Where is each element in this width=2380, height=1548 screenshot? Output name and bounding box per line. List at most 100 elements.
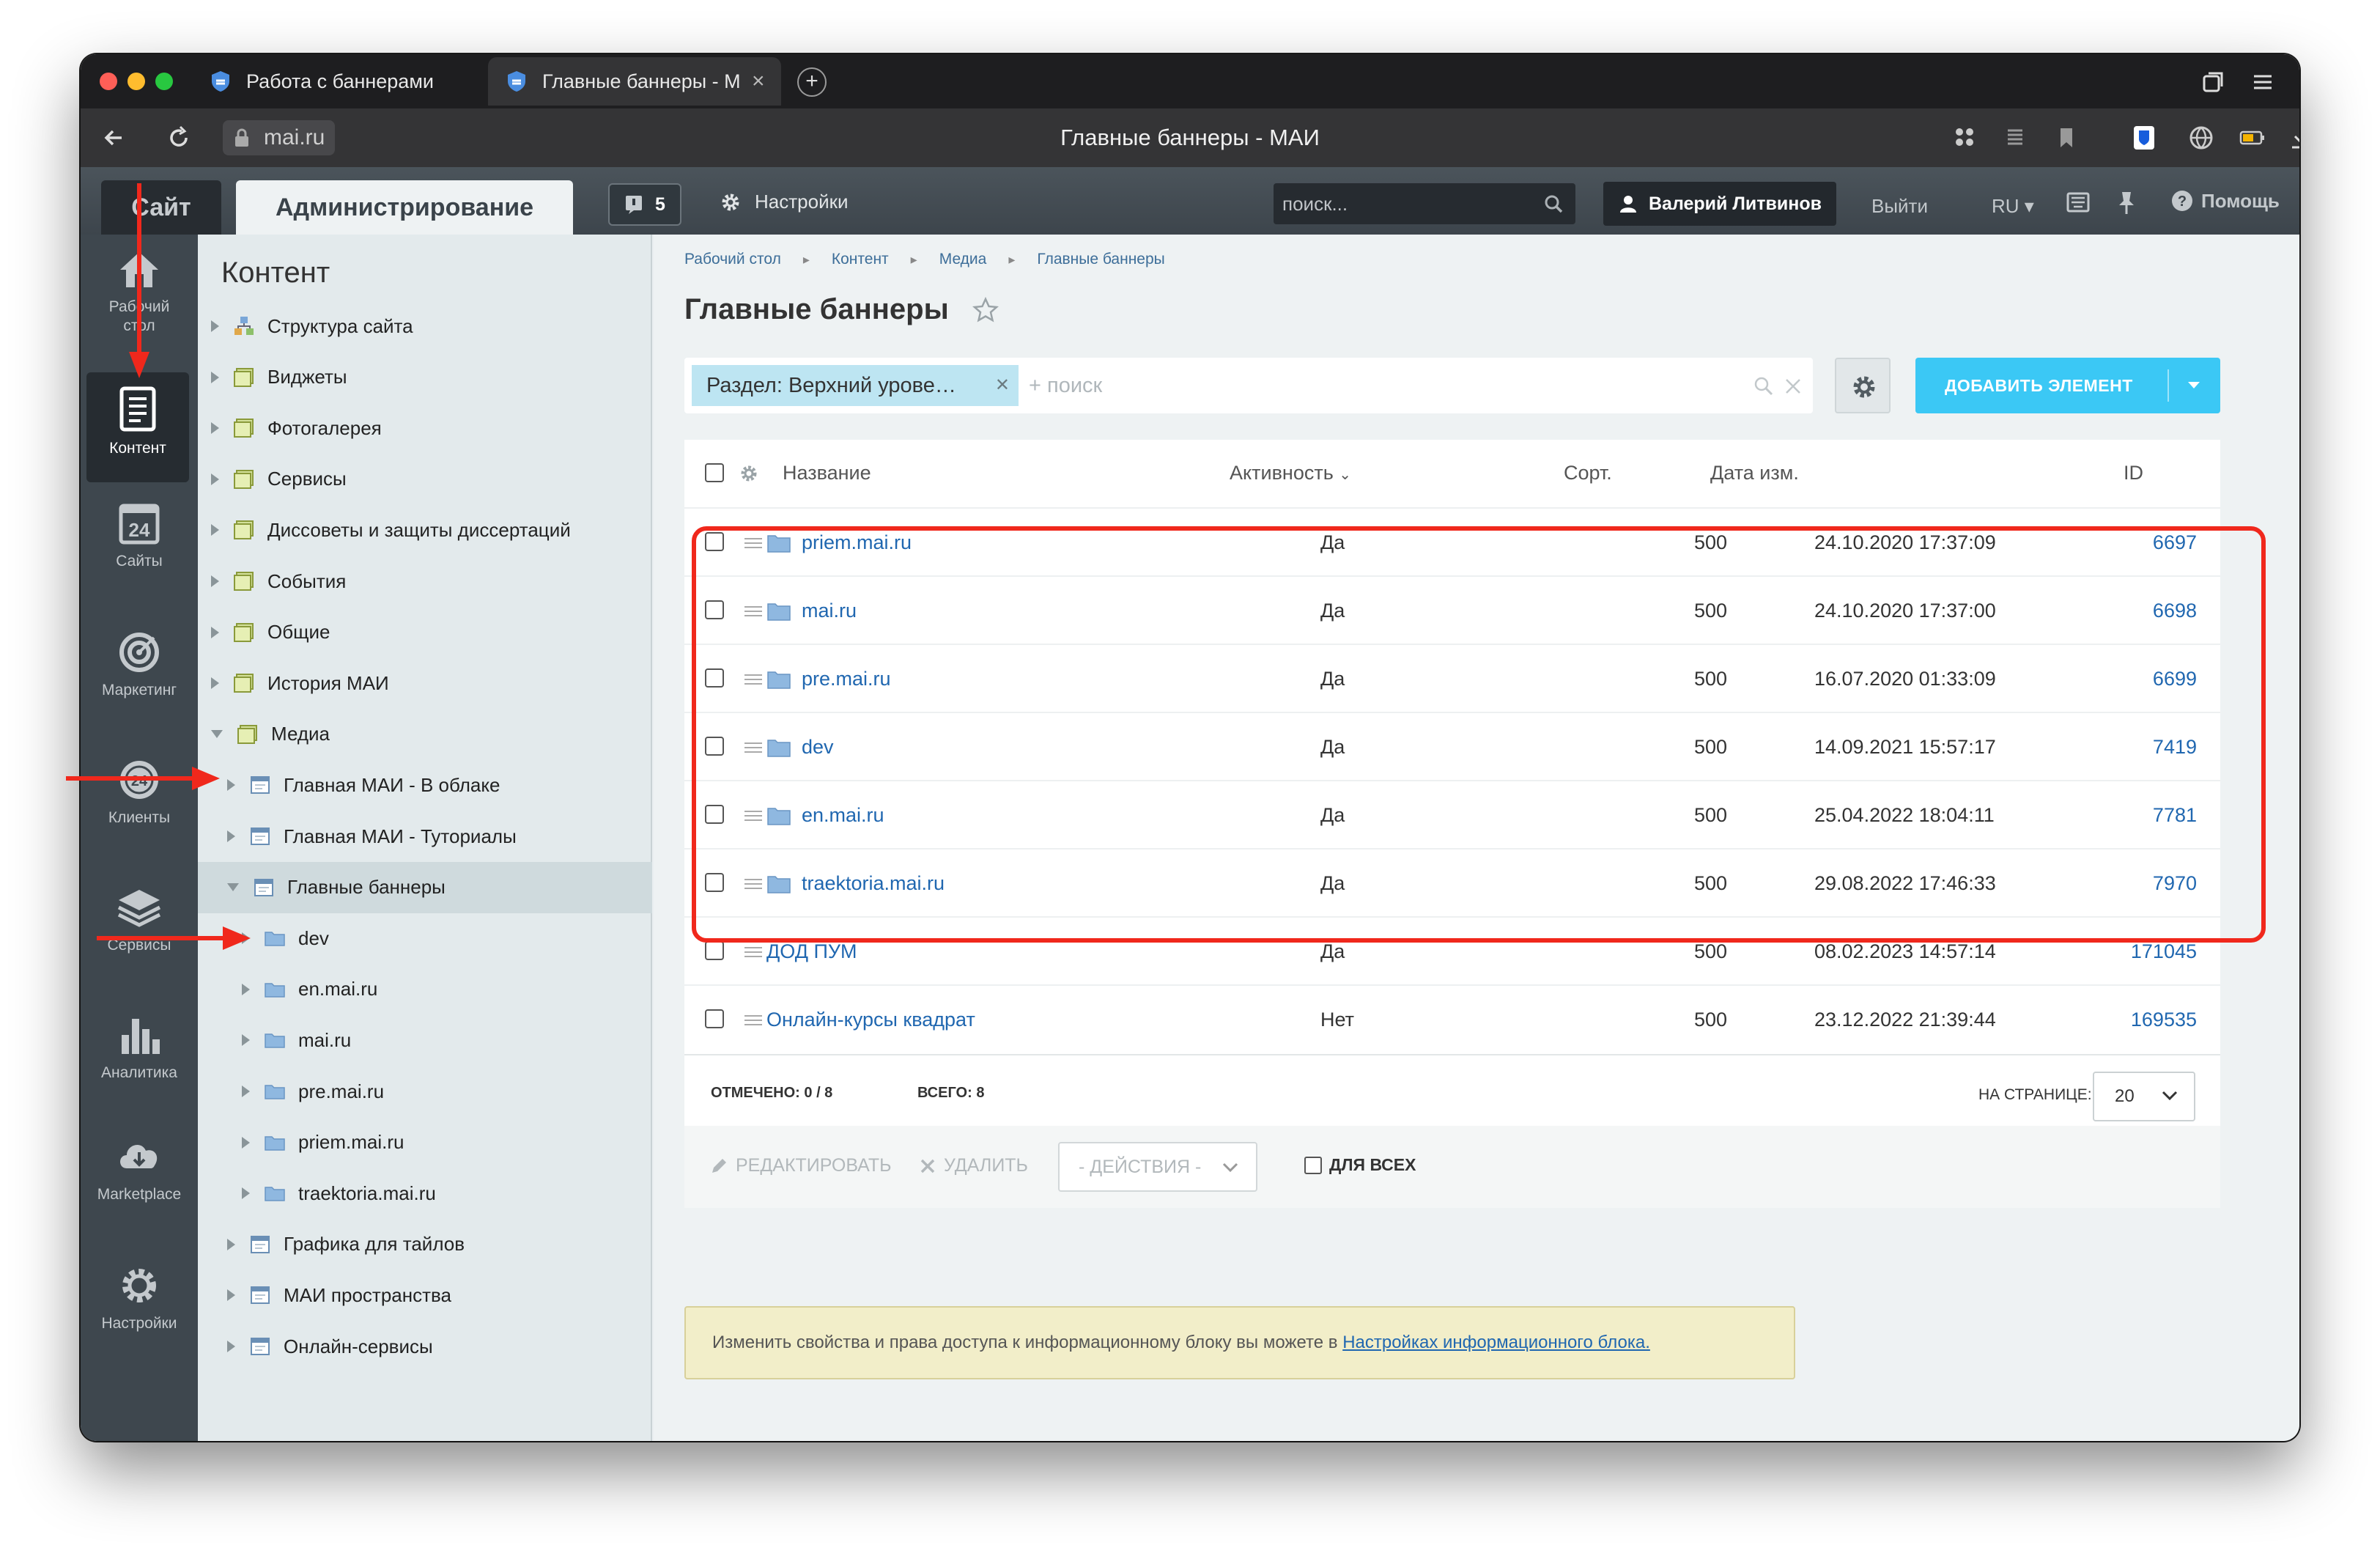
admin-button[interactable]: Администрирование: [236, 180, 573, 235]
tree-item[interactable]: priem.mai.ru: [198, 1117, 652, 1168]
rail-item-marketplace[interactable]: Marketplace: [81, 1135, 198, 1204]
breadcrumb-item[interactable]: Медиа: [939, 251, 987, 268]
new-tab-button[interactable]: +: [797, 67, 827, 97]
expand-arrow-icon[interactable]: [242, 983, 250, 995]
tree-item[interactable]: События: [198, 556, 652, 607]
menu-icon[interactable]: [2248, 67, 2277, 97]
close-tab-icon[interactable]: ×: [752, 69, 765, 94]
select-all-checkbox[interactable]: [705, 463, 724, 482]
for-all-toggle[interactable]: ДЛЯ ВСЕХ: [1304, 1155, 1416, 1175]
column-date[interactable]: Дата изм.: [1710, 462, 1799, 484]
expand-arrow-icon[interactable]: [211, 626, 219, 638]
filter-search-input[interactable]: + поиск: [1029, 374, 1102, 398]
keyboard-icon[interactable]: [2063, 188, 2093, 217]
expand-arrow-icon[interactable]: [242, 1136, 250, 1149]
collapse-arrow-icon[interactable]: [211, 730, 223, 739]
reader-view-icon[interactable]: [2000, 123, 2030, 152]
expand-arrow-icon[interactable]: [211, 575, 219, 587]
pin-icon[interactable]: [2112, 188, 2141, 217]
tree-item[interactable]: Диссоветы и защиты диссертаций: [198, 504, 652, 556]
tabs-overview-icon[interactable]: [2198, 67, 2228, 97]
iblock-settings-link[interactable]: Настройках информационного блока.: [1342, 1333, 1650, 1352]
tree-item[interactable]: Главная МАИ - В облаке: [198, 759, 652, 811]
download-icon[interactable]: [2286, 123, 2299, 152]
filter-chip-section[interactable]: Раздел: Верхний урове… ✕: [692, 365, 1019, 406]
tree-item[interactable]: mai.ru: [198, 1014, 652, 1066]
expand-arrow-icon[interactable]: [211, 677, 219, 690]
admin-search-input[interactable]: поиск...: [1274, 183, 1575, 224]
expand-arrow-icon[interactable]: [242, 1086, 250, 1097]
expand-arrow-icon[interactable]: [211, 473, 219, 485]
column-id[interactable]: ID: [2124, 462, 2143, 484]
tree-item[interactable]: Графика для тайлов: [198, 1219, 652, 1270]
expand-arrow-icon[interactable]: [242, 1034, 250, 1047]
expand-arrow-icon[interactable]: [227, 779, 235, 792]
breadcrumb-item[interactable]: Главные баннеры: [1037, 251, 1164, 268]
rail-item-settings[interactable]: Настройки: [81, 1264, 198, 1333]
tree-item[interactable]: МАИ пространства: [198, 1269, 652, 1321]
for-all-checkbox[interactable]: [1304, 1156, 1322, 1174]
tree-item[interactable]: traektoria.mai.ru: [198, 1168, 652, 1219]
password-manager-icon[interactable]: [2129, 123, 2159, 152]
row-checkbox[interactable]: [705, 941, 724, 960]
tree-item[interactable]: Онлайн-сервисы: [198, 1321, 652, 1372]
close-window-button[interactable]: [100, 73, 117, 90]
expand-arrow-icon[interactable]: [211, 524, 219, 537]
table-row[interactable]: Онлайн-курсы квадрат Нет 500 23.12.2022 21:…: [684, 984, 2220, 1053]
gear-icon[interactable]: [739, 463, 759, 484]
language-select[interactable]: RU ▾: [1992, 195, 2034, 218]
site-button[interactable]: Сайт: [101, 180, 221, 235]
rail-item-marketing[interactable]: Маркетинг: [81, 630, 198, 699]
rail-item-sites[interactable]: 24 Сайты: [81, 501, 198, 570]
grid-settings-button[interactable]: [1835, 358, 1891, 413]
search-icon[interactable]: [1753, 375, 1775, 397]
expand-arrow-icon[interactable]: [227, 1289, 235, 1302]
notifications-button[interactable]: 5: [608, 183, 681, 226]
tree-item[interactable]: Виджеты: [198, 352, 652, 403]
battery-icon[interactable]: [2238, 123, 2267, 152]
help-link[interactable]: ? Помощь: [2170, 189, 2280, 213]
column-name[interactable]: Название: [783, 462, 871, 484]
expand-arrow-icon[interactable]: [227, 1238, 235, 1250]
tree-item[interactable]: Общие: [198, 607, 652, 658]
tree-item[interactable]: dev: [198, 913, 652, 964]
tree-item[interactable]: pre.mai.ru: [198, 1066, 652, 1117]
tree-item[interactable]: История МАИ: [198, 657, 652, 709]
minimize-window-button[interactable]: [128, 73, 145, 90]
drag-handle-icon[interactable]: [744, 1015, 762, 1025]
expand-arrow-icon[interactable]: [227, 830, 235, 842]
rail-item-analytics[interactable]: Аналитика: [81, 1013, 198, 1082]
logout-link[interactable]: Выйти: [1871, 195, 1928, 218]
star-favorite-icon[interactable]: [972, 296, 999, 323]
tree-item[interactable]: Фотогалерея: [198, 402, 652, 454]
row-id[interactable]: 169535: [2131, 986, 2197, 1054]
edit-button[interactable]: РЕДАКТИРОВАТЬ: [709, 1155, 892, 1176]
collapse-arrow-icon[interactable]: [227, 883, 239, 892]
expand-arrow-icon[interactable]: [211, 371, 219, 383]
zoom-window-button[interactable]: [155, 73, 173, 90]
drag-handle-icon[interactable]: [744, 947, 762, 957]
row-name-link[interactable]: Онлайн-курсы квадрат: [766, 986, 975, 1054]
tree-item[interactable]: en.mai.ru: [198, 964, 652, 1015]
filter-bar[interactable]: Раздел: Верхний урове… ✕ + поиск: [684, 358, 1813, 413]
column-activity[interactable]: Активность ⌄: [1230, 462, 1351, 484]
search-icon[interactable]: [1543, 194, 1564, 214]
expand-arrow-icon[interactable]: [227, 1341, 235, 1352]
tab-main-banners[interactable]: Главные баннеры - М ×: [488, 57, 781, 106]
delete-button[interactable]: УДАЛИТЬ: [919, 1155, 1028, 1176]
tree-item[interactable]: Главные баннеры: [198, 861, 652, 913]
add-element-button[interactable]: ДОБАВИТЬ ЭЛЕМЕНТ: [1915, 358, 2220, 413]
expand-arrow-icon[interactable]: [211, 320, 219, 332]
column-sort[interactable]: Сорт.: [1564, 462, 1612, 484]
row-checkbox[interactable]: [705, 1009, 724, 1028]
chevron-down-icon[interactable]: [2188, 382, 2200, 388]
breadcrumb-item[interactable]: Контент: [832, 251, 889, 268]
settings-link[interactable]: Настройки: [720, 191, 849, 213]
actions-select[interactable]: - ДЕЙСТВИЯ -: [1058, 1142, 1257, 1192]
vpn-globe-icon[interactable]: [2187, 123, 2216, 152]
rail-item-content[interactable]: Контент: [86, 372, 189, 482]
tree-item[interactable]: Медиа: [198, 709, 652, 760]
expand-arrow-icon[interactable]: [211, 422, 219, 435]
bookmark-icon[interactable]: [2052, 123, 2081, 152]
apps-grid-icon[interactable]: [1951, 123, 1980, 152]
